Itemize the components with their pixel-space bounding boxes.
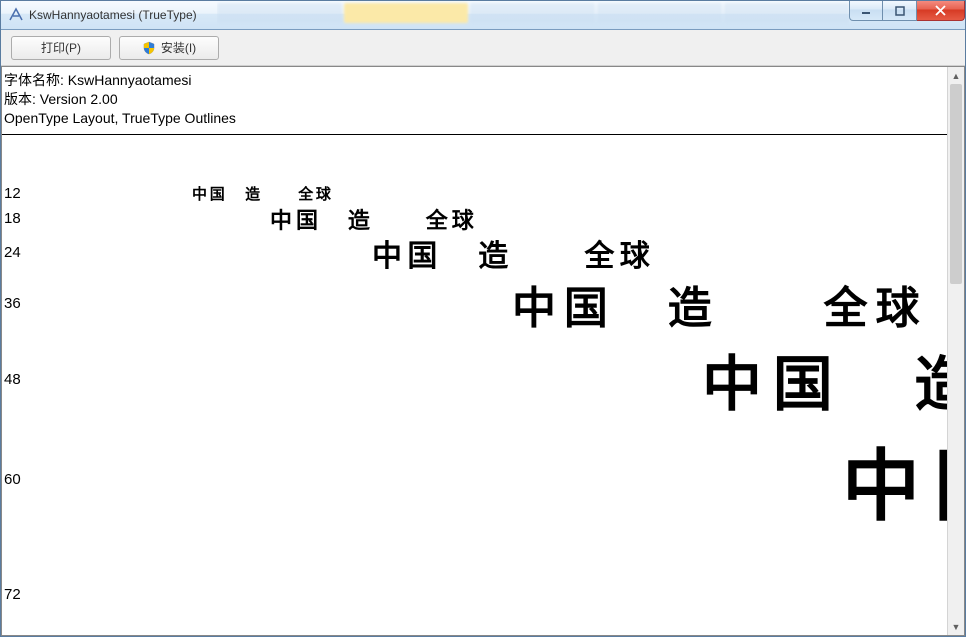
sample-rows: 12中国 造 全球18中国 造 全球24中国 造 全球36中国 造 全球48中国… <box>2 135 947 635</box>
install-button-label: 安装(I) <box>161 39 196 56</box>
print-button-label: 打印(P) <box>41 39 81 56</box>
sample-row-48: 48 中国 造 全球 <box>2 335 947 425</box>
window-controls <box>849 1 965 29</box>
scroll-thumb[interactable] <box>950 84 962 284</box>
size-label: 48 <box>4 371 21 388</box>
sample-row-24: 24 中国 造 全球 <box>2 233 947 273</box>
content-area: 字体名称: KswHannyaotamesi 版本: Version 2.00 … <box>1 66 965 636</box>
font-preview: 字体名称: KswHannyaotamesi 版本: Version 2.00 … <box>2 67 947 635</box>
sample-text: 中国 造 全球 <box>512 272 927 336</box>
scroll-down-arrow-icon[interactable]: ▼ <box>948 618 964 635</box>
sample-text: 中国 造 全球 <box>192 183 334 204</box>
sample-row-12: 12 中国 造 全球 <box>2 183 947 205</box>
app-icon <box>8 7 24 23</box>
sample-text: 中国 造 全球 <box>702 336 947 423</box>
font-version-line: 版本: Version 2.00 <box>4 90 945 109</box>
size-label: 12 <box>4 185 21 202</box>
font-layout-line: OpenType Layout, TrueType Outlines <box>4 109 945 128</box>
size-label: 72 <box>4 586 21 603</box>
titlebar: KswHannyaotamesi (TrueType) <box>1 1 965 30</box>
size-label: 36 <box>4 295 21 312</box>
font-info: 字体名称: KswHannyaotamesi 版本: Version 2.00 … <box>2 67 947 131</box>
sample-row-18: 18中国 造 全球 <box>2 205 947 233</box>
sample-row-36: 36 中国 造 全球 <box>2 273 947 335</box>
window-title: KswHannyaotamesi (TrueType) <box>29 8 197 22</box>
shield-icon <box>142 41 156 55</box>
install-button[interactable]: 安装(I) <box>119 36 219 60</box>
size-label: 24 <box>4 244 21 261</box>
scroll-track[interactable] <box>948 84 964 618</box>
background-tabs <box>217 1 849 29</box>
scroll-up-arrow-icon[interactable]: ▲ <box>948 67 964 84</box>
print-button[interactable]: 打印(P) <box>11 36 111 60</box>
maximize-button[interactable] <box>883 1 917 21</box>
size-label: 60 <box>4 471 21 488</box>
sample-text: 中国 造 全球 <box>372 231 655 275</box>
font-name-line: 字体名称: KswHannyaotamesi <box>4 71 945 90</box>
minimize-button[interactable] <box>849 1 883 21</box>
size-label: 18 <box>4 210 21 227</box>
sample-text: 中国 造 全球 <box>842 424 947 536</box>
sample-row-60: 60 中国 造 全球 <box>2 425 947 535</box>
vertical-scrollbar[interactable]: ▲ ▼ <box>947 67 964 635</box>
toolbar: 打印(P) 安装(I) <box>1 30 965 66</box>
sample-row-72: 72中国 造 全球 <box>2 535 947 635</box>
close-button[interactable] <box>917 1 965 21</box>
